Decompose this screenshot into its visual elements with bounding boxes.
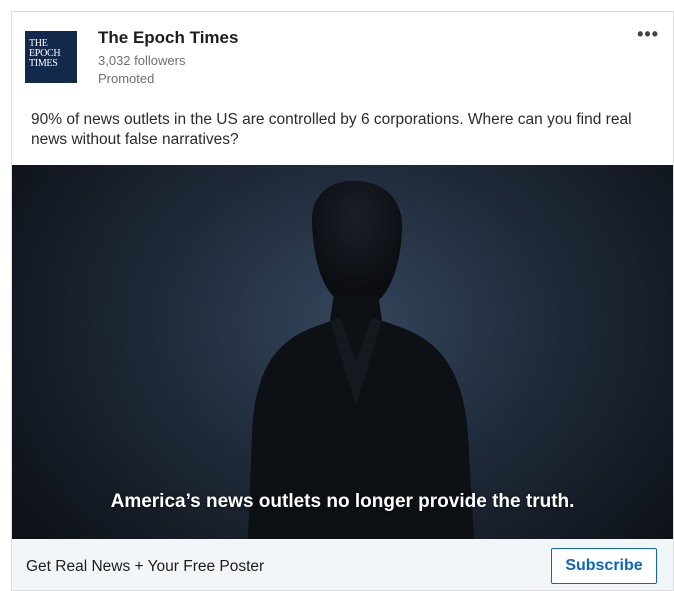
sponsored-post-card: THE EPOCH TIMES The Epoch Times 3,032 fo…	[11, 11, 674, 591]
company-name[interactable]: The Epoch Times	[98, 28, 238, 48]
post-header: THE EPOCH TIMES The Epoch Times 3,032 fo…	[12, 12, 673, 98]
cta-headline[interactable]: Get Real News + Your Free Poster	[26, 558, 264, 576]
image-caption: America’s news outlets no longer provide…	[110, 491, 575, 512]
more-horizontal-icon[interactable]: •••	[637, 24, 659, 45]
ad-image[interactable]: America’s news outlets no longer provide…	[12, 165, 673, 539]
cta-bar: Get Real News + Your Free Poster Subscri…	[12, 539, 673, 590]
logo-line-3: TIMES	[29, 58, 58, 69]
post-text: 90% of news outlets in the US are contro…	[31, 111, 632, 148]
company-logo[interactable]: THE EPOCH TIMES	[25, 31, 77, 83]
subscribe-button[interactable]: Subscribe	[551, 548, 657, 584]
follower-count: 3,032 followers	[98, 53, 186, 68]
silhouette-figure	[248, 180, 474, 539]
promoted-label: Promoted	[98, 71, 155, 86]
